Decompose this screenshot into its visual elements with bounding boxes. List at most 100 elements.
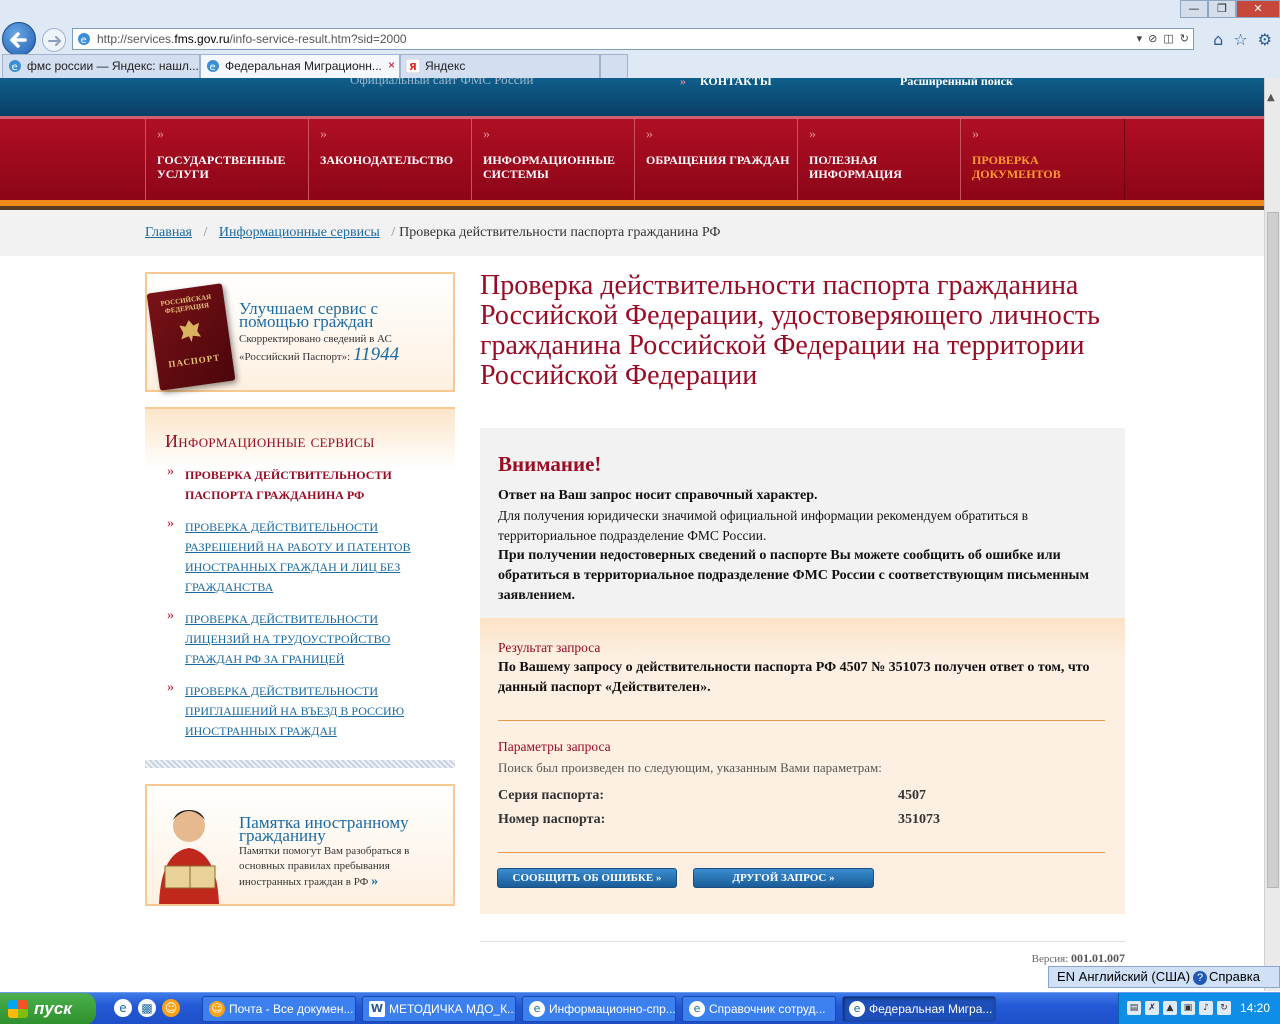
windows-logo-icon [8, 1000, 28, 1018]
more-arrow-icon[interactable]: » [371, 874, 378, 889]
contacts-link[interactable]: КОНТАКТЫ [700, 78, 772, 89]
person-reading-image [159, 810, 219, 904]
promo-text-body: Памятки помогут Вам разобраться в основн… [239, 845, 410, 888]
yandex-icon: Я [405, 58, 421, 76]
restore-button[interactable]: ❐ [1208, 0, 1236, 18]
scroll-thumb[interactable] [1267, 212, 1279, 888]
param-name: Серия паспорта: [498, 788, 605, 803]
result-box: Результат запроса По Вашему запросу о де… [480, 618, 1125, 914]
menu-item-gov-services[interactable]: » Государственные услуги [145, 119, 309, 203]
forward-button[interactable] [42, 28, 66, 52]
tab-fms[interactable]: e Федеральная Миграционн... × [200, 54, 400, 78]
svg-text:Я: Я [409, 62, 417, 73]
network-icon[interactable]: ▤ [1127, 1001, 1141, 1015]
foreigner-memo-box[interactable]: Памятка иностранному гражданину Памятки … [145, 784, 455, 906]
taskbar-item-ie-info[interactable]: e Информационно-спр... [522, 996, 676, 1022]
minimize-button[interactable]: — [1180, 0, 1208, 18]
header-stripe [0, 200, 1264, 210]
settings-gear-icon[interactable]: ⚙ [1258, 30, 1272, 49]
service-item-invitations[interactable]: » Проверка действительности приглашений … [167, 680, 437, 741]
params-label: Параметры запроса [498, 739, 611, 754]
service-item-work-permits[interactable]: » Проверка действительности разрешений н… [167, 516, 437, 597]
taskbar-item-word[interactable]: W МЕТОДИЧКА МДО_К... [362, 996, 516, 1022]
language-bar[interactable]: EN Английский (США) ? Справка [1048, 966, 1280, 988]
security-icon[interactable]: ▲ [1163, 1001, 1177, 1015]
service-link[interactable]: Проверка действительности лицензий на тр… [185, 609, 437, 669]
tab-label: Федеральная Миграционн... [225, 59, 382, 73]
taskbar-item-mail[interactable]: ☺ Почта - Все докумен... [202, 996, 356, 1022]
breadcrumb: Главная / Информационные сервисы / Провер… [145, 225, 720, 241]
home-icon[interactable]: ⌂ [1213, 30, 1223, 49]
ie-icon[interactable]: e [114, 999, 132, 1017]
passport-promo-box[interactable]: РОССИЙСКАЯ ФЕДЕРАЦИЯ ПАСПОРТ Улучшаем се… [145, 272, 455, 392]
bullet-icon: » [167, 608, 174, 623]
taskbar-item-ie-directory[interactable]: e Справочник сотруд... [682, 996, 836, 1022]
page-scrollbar[interactable]: ▲ [1264, 78, 1280, 991]
stop-icon[interactable]: ⊘ [1148, 32, 1157, 45]
desktop-icon[interactable]: ▩ [138, 999, 156, 1017]
ie-icon: e [529, 1001, 545, 1017]
mail-icon[interactable]: ☺ [162, 999, 180, 1017]
raquo-icon: » [157, 127, 164, 142]
tab-yandex-search[interactable]: e фмс россии — Яндекс: нашл... [2, 54, 200, 78]
taskbar-item-ie-fms[interactable]: e Федеральная Мигра... [842, 996, 996, 1022]
taskbar-item-label: Почта - Все докумен... [229, 1002, 354, 1016]
menu-item-document-check[interactable]: » Проверка документов [960, 119, 1125, 203]
monitor-icon[interactable]: ▣ [1181, 1001, 1195, 1015]
favorites-star-icon[interactable]: ☆ [1233, 30, 1247, 49]
sound-icon[interactable]: ♪ [1199, 1001, 1213, 1015]
coat-of-arms-icon [179, 320, 202, 342]
close-window-button[interactable]: ✕ [1236, 0, 1280, 18]
tab-label: фмс россии — Яндекс: нашл... [27, 59, 199, 73]
update-icon[interactable]: ↻ [1217, 1001, 1231, 1015]
start-button[interactable]: пуск [0, 993, 96, 1024]
svg-text:e: e [12, 62, 18, 73]
breadcrumb-current: Проверка действительности паспорта гражд… [399, 225, 721, 240]
service-item-licenses[interactable]: » Проверка действительности лицензий на … [167, 608, 437, 669]
quick-launch: e ▩ ☺ [114, 999, 180, 1017]
bullet-icon: » [167, 680, 174, 695]
version-value: 001.01.007 [1071, 951, 1125, 965]
menu-item-citizen-appeals[interactable]: » Обращения граждан [634, 119, 798, 203]
help-button[interactable]: ? Справка [1193, 969, 1260, 985]
promo-title[interactable]: Памятка иностранному гражданину [239, 814, 439, 844]
page-title: Проверка действительности паспорта гражд… [480, 270, 1100, 391]
param-name: Номер паспорта: [498, 812, 606, 827]
promo-title[interactable]: Улучшаем сервис с помощью граждан [239, 300, 439, 330]
compat-icon[interactable]: ◫ [1163, 32, 1173, 45]
close-tab-icon[interactable]: × [388, 58, 395, 72]
advanced-search-link[interactable]: Расширенный поиск [900, 78, 1013, 89]
tray-icons: ▤ ✗ ▲ ▣ ♪ ↻ [1127, 1001, 1231, 1015]
service-link[interactable]: Проверка действительности паспорта гражд… [185, 465, 437, 505]
report-error-button[interactable]: Сообщить об ошибке » [497, 868, 677, 888]
menu-item-label: Обращения граждан [646, 153, 790, 167]
dropdown-icon[interactable]: ▾ [1137, 32, 1143, 45]
another-request-button[interactable]: Другой запрос » [693, 868, 874, 888]
taskbar-item-label: Информационно-спр... [549, 1002, 676, 1016]
menu-item-legislation[interactable]: » Законодательство [308, 119, 472, 203]
service-item-passport[interactable]: » Проверка действительности паспорта гра… [167, 464, 437, 505]
param-row-number: Номер паспорта: 351073 [498, 812, 1105, 828]
clock[interactable]: 14:20 [1240, 1001, 1270, 1015]
breadcrumb-services-link[interactable]: Информационные сервисы [219, 225, 380, 240]
ie-icon: e [78, 33, 90, 46]
address-bar[interactable]: e http://services.fms.gov.ru/info-servic… [72, 28, 1194, 50]
breadcrumb-home-link[interactable]: Главная [145, 225, 192, 240]
promo-text: Скорректировано сведений в АС «Российски… [239, 332, 449, 365]
back-button[interactable] [2, 22, 36, 56]
ie-icon: e [206, 59, 220, 76]
scroll-up-arrow-icon[interactable]: ▲ [1267, 92, 1275, 103]
menu-item-useful-info[interactable]: » Полезная информация [797, 119, 961, 203]
antivirus-icon[interactable]: ✗ [1145, 1001, 1159, 1015]
input-language[interactable]: EN Английский (США) [1057, 969, 1190, 984]
menu-item-info-systems[interactable]: » Информационные системы [471, 119, 635, 203]
main-menu: » Государственные услуги » Законодательс… [0, 116, 1264, 203]
url-prefix: http://services. [97, 32, 175, 46]
new-tab-button[interactable] [600, 54, 628, 78]
service-link[interactable]: Проверка действительности разрешений на … [185, 517, 437, 597]
service-link[interactable]: Проверка действительности приглашений на… [185, 681, 437, 741]
tab-yandex[interactable]: Я Яндекс [400, 54, 600, 78]
ie-icon: e [8, 59, 22, 76]
address-url[interactable]: http://services.fms.gov.ru/info-service-… [97, 32, 407, 46]
refresh-icon[interactable]: ↻ [1180, 32, 1189, 45]
